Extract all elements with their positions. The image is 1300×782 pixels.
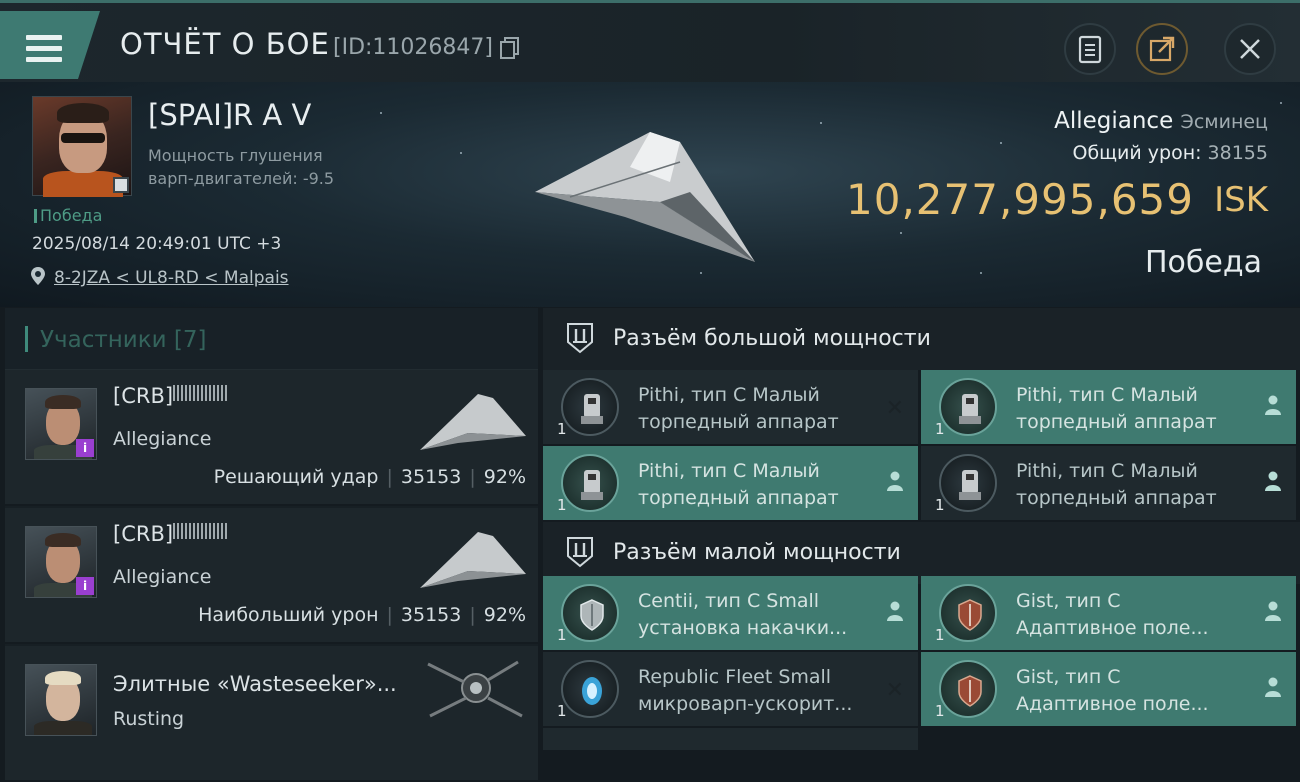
participants-panel: Участники [7] i [CRB] Allegiance Решающи… xyxy=(5,308,538,782)
module-qty: 1 xyxy=(557,702,567,720)
total-damage: Общий урон: 38155 xyxy=(1072,142,1268,164)
kill-datetime: 2025/08/14 20:49:01 UTC +3 xyxy=(32,234,282,254)
high-slot-header: Разъём большой мощности xyxy=(543,308,1300,370)
torpedo-launcher-icon xyxy=(939,378,997,436)
high-slot-icon xyxy=(567,323,593,354)
low-slot-header: Разъём малой мощности xyxy=(543,522,1300,584)
module-qty: 1 xyxy=(935,496,945,514)
participant-name: [CRB] xyxy=(113,522,228,546)
close-button[interactable] xyxy=(1224,23,1276,75)
torpedo-launcher-icon xyxy=(561,378,619,436)
participant-ship-image xyxy=(420,394,526,450)
module-qty: 1 xyxy=(935,702,945,720)
torpedo-launcher-icon xyxy=(939,454,997,512)
victim-name[interactable]: [SPAI]R A V xyxy=(148,98,311,132)
victim-avatar[interactable] xyxy=(32,96,132,197)
module-qty: 1 xyxy=(557,420,567,438)
adaptive-field-icon xyxy=(939,584,997,642)
fitting-panel: Разъём большой мощности 1 Pithi, тип С М… xyxy=(543,308,1300,750)
info-badge-icon: i xyxy=(76,439,94,457)
module-slot[interactable]: 1 Republic Fleet Small микроварп-ускорит.… xyxy=(543,652,918,726)
person-icon xyxy=(1265,395,1281,415)
isk-value: 10,277,995,659 xyxy=(846,175,1194,224)
clipboard-icon xyxy=(1078,35,1102,64)
module-qty: 1 xyxy=(935,420,945,438)
adaptive-field-icon xyxy=(939,660,997,718)
module-slot[interactable]: 1 Pithi, тип С Малый торпедный аппарат xyxy=(921,446,1296,520)
info-badge-icon: i xyxy=(76,577,94,595)
warp-scramble-stat: Мощность глушения варп-двигателей: -9.5 xyxy=(148,146,335,188)
participant-avatar: i xyxy=(25,388,97,460)
participant-avatar: i xyxy=(25,526,97,598)
victim-ship: Allegiance Эсминец xyxy=(1054,108,1268,134)
destroyed-icon: ✕ xyxy=(885,678,904,703)
module-name: Centii, тип С Small установка накачки... xyxy=(638,590,848,639)
low-slot-icon xyxy=(567,537,593,568)
module-qty: 1 xyxy=(557,626,567,644)
module-slot[interactable]: 1 Gist, тип С Адаптивное поле... xyxy=(921,576,1296,650)
module-slot[interactable]: 1 Centii, тип С Small установка накачки..… xyxy=(543,576,918,650)
person-icon xyxy=(887,601,903,621)
participant-stats: Наибольший урон | 35153 | 92% xyxy=(198,604,526,626)
module-name: Pithi, тип С Малый торпедный аппарат xyxy=(638,384,839,433)
isk-currency: ISK xyxy=(1214,180,1268,220)
low-slot-title: Разъём малой мощности xyxy=(613,540,901,565)
report-id: [ID:11026847] xyxy=(333,35,493,60)
person-icon xyxy=(887,471,903,491)
location-link[interactable]: 8-2JZA < UL8-RD < Malpais xyxy=(54,268,289,288)
corp-badge-icon xyxy=(113,177,129,193)
participants-title: Участники [7] xyxy=(40,327,207,353)
participant-row[interactable]: i [CRB] Allegiance Решающий удар | 35153 | 9… xyxy=(5,370,538,506)
torpedo-launcher-icon xyxy=(561,454,619,512)
person-icon xyxy=(1265,601,1281,621)
participant-name: Элитные «Wasteseeker»... xyxy=(113,672,397,696)
module-name: Republic Fleet Small микроварп-ускорит... xyxy=(638,666,853,715)
module-slot[interactable]: 1 Pithi, тип С Малый торпедный аппарат ✕ xyxy=(543,370,918,444)
participant-ship-image xyxy=(427,660,523,718)
participant-row[interactable]: Элитные «Wasteseeker»... Rusting xyxy=(5,646,538,782)
result-tag: Победа xyxy=(34,206,102,225)
module-name: Gist, тип С Адаптивное поле... xyxy=(1016,590,1209,639)
participant-stats: Решающий удар | 35153 | 92% xyxy=(213,466,526,488)
result-label: Победа xyxy=(1145,245,1262,280)
shield-module-icon xyxy=(561,584,619,642)
microwarpdrive-icon xyxy=(561,660,619,718)
destroyed-icon: ✕ xyxy=(885,396,904,421)
participant-ship: Allegiance xyxy=(113,428,212,450)
participants-header: Участники [7] xyxy=(5,308,538,370)
module-qty: 1 xyxy=(557,496,567,514)
copy-icon[interactable] xyxy=(500,37,520,59)
victim-summary: [SPAI]R A V Мощность глушения варп-двига… xyxy=(0,82,1300,307)
high-slot-title: Разъём большой мощности xyxy=(613,326,931,351)
hamburger-icon xyxy=(26,35,62,65)
module-slot-partial[interactable] xyxy=(543,728,918,750)
participant-name: [CRB] xyxy=(113,384,228,408)
victim-ship-image xyxy=(535,132,755,262)
close-icon xyxy=(1240,39,1260,59)
person-icon xyxy=(1265,677,1281,697)
person-icon xyxy=(1265,471,1281,491)
module-name: Pithi, тип С Малый торпедный аппарат xyxy=(1016,460,1217,509)
share-icon xyxy=(1149,36,1175,62)
location-pin-icon xyxy=(31,267,45,285)
menu-button[interactable] xyxy=(0,11,100,79)
module-qty: 1 xyxy=(935,626,945,644)
participant-ship: Rusting xyxy=(113,708,185,730)
participant-ship-image xyxy=(420,532,526,588)
module-name: Pithi, тип С Малый торпедный аппарат xyxy=(638,460,839,509)
clipboard-button[interactable] xyxy=(1064,23,1116,75)
share-button[interactable] xyxy=(1136,23,1188,75)
module-slot[interactable]: 1 Gist, тип С Адаптивное поле... xyxy=(921,652,1296,726)
page-title: ОТЧЁТ О БОЕ xyxy=(120,27,330,61)
module-name: Pithi, тип С Малый торпедный аппарат xyxy=(1016,384,1217,433)
module-slot[interactable]: 1 Pithi, тип С Малый торпедный аппарат xyxy=(921,370,1296,444)
participant-avatar xyxy=(25,664,97,736)
participant-ship: Allegiance xyxy=(113,566,212,588)
module-name: Gist, тип С Адаптивное поле... xyxy=(1016,666,1209,715)
participant-row[interactable]: i [CRB] Allegiance Наибольший урон | 35153… xyxy=(5,508,538,644)
header-bar: ОТЧЁТ О БОЕ [ID:11026847] xyxy=(0,0,1300,82)
module-slot[interactable]: 1 Pithi, тип С Малый торпедный аппарат xyxy=(543,446,918,520)
